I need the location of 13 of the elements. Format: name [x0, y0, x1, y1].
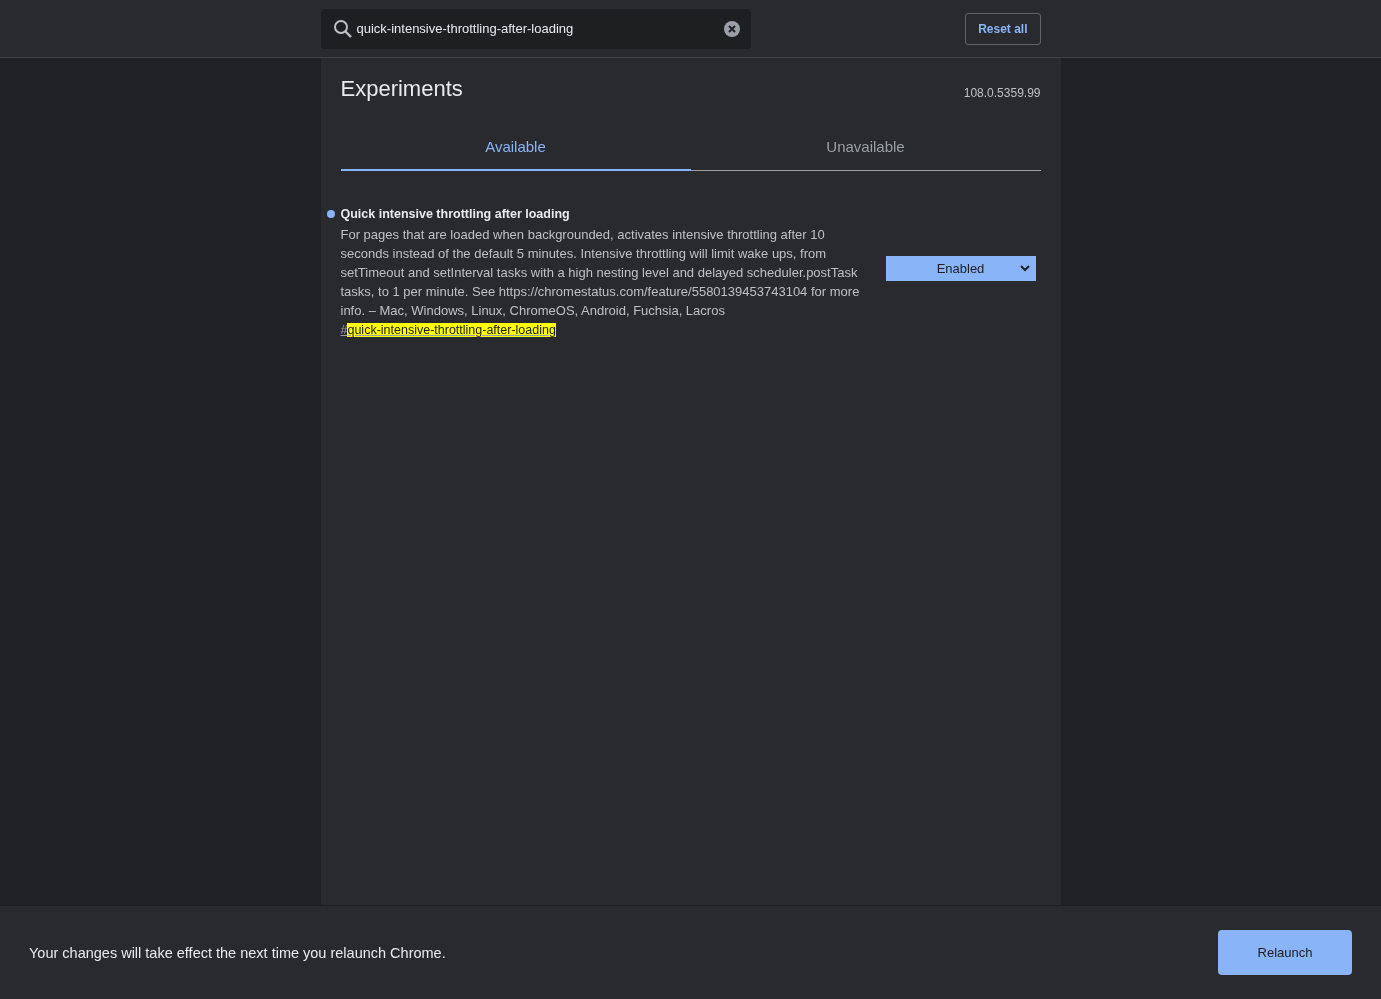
page-title: Experiments [340, 76, 463, 102]
tab[interactable]: Available [340, 126, 691, 171]
relaunch-message: Your changes will take effect the next time you relaunch Chrome. [29, 944, 446, 961]
clear-icon[interactable] [722, 19, 741, 38]
state-dropdown[interactable]: Enabled [885, 256, 1036, 281]
experiment-description: For pages that are loaded when backgrounded, activates intensive throttling after 10 seconds instead of the default 5 minutes. Intensive throttling will limit wake ups, from setTimeout and setInterval tasks with a high nesting level and delayed scheduler.postTask tasks, to 1 per minute. See https://chromestatus.com/feature/5580139453743104 for more info. – Mac, Windows, Linux, ChromeOS, Android, Fuchsia, Lacros [340, 226, 861, 320]
tab[interactable]: Unavailable [690, 126, 1041, 171]
caret-icon [1019, 265, 1030, 272]
relaunch-button[interactable]: Relaunch [1218, 930, 1352, 975]
search-field[interactable]: quick-intensive-throttling-after-loading [320, 8, 751, 49]
version-text: 108.0.5359.99 [963, 86, 1041, 102]
reset-all-button[interactable]: Reset all [965, 12, 1041, 45]
experiment-name: Quick intensive throttling after loading [340, 207, 570, 221]
